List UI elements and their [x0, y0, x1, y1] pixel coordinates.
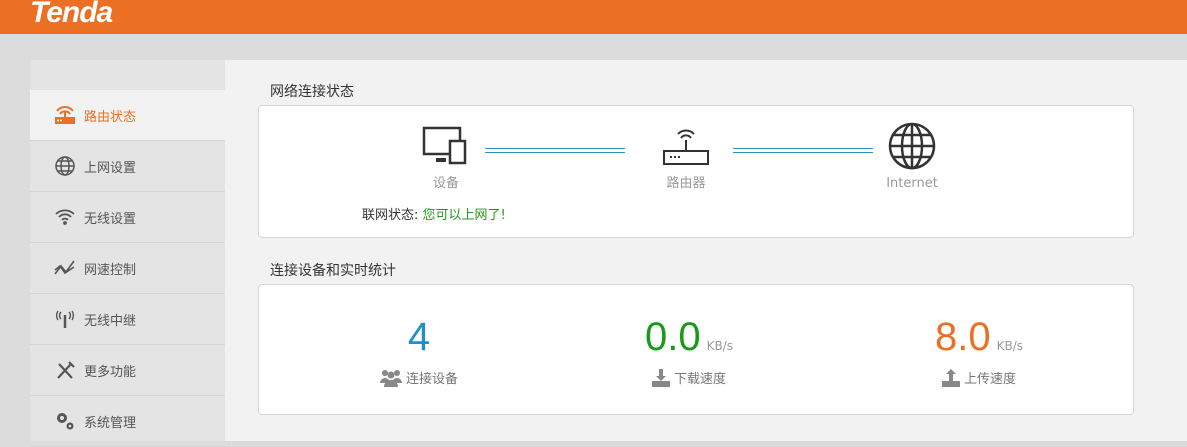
router-node[interactable]: 路由器 [626, 124, 746, 191]
devices-icon [422, 126, 467, 165]
sidebar-item-speed-control[interactable]: 网速控制 [30, 243, 225, 294]
device-node[interactable]: 设备 [386, 126, 506, 191]
sidebar-item-system-management[interactable]: 系统管理 [30, 396, 225, 447]
sidebar: 路由状态 上网设置 无线设置 网速控制 无线中继 更多功能 系统管理 [30, 60, 225, 447]
stats-box: 4 连接设备 0.0 KB/s 下载速度 8.0 KB/s 上传速度 [258, 284, 1134, 415]
speed-chart-icon [54, 260, 75, 275]
router-icon [55, 106, 75, 124]
upload-speed-stat: 8.0 KB/s 上传速度 [934, 315, 1023, 387]
sidebar-item-wireless-repeater[interactable]: 无线中继 [30, 294, 225, 345]
download-speed-stat: 0.0 KB/s 下载速度 [644, 315, 733, 387]
main-panel: 网络连接状态 设备 路由器 Internet 联网状态: 您可以上网了! 连接设… [225, 60, 1187, 441]
router-icon [663, 129, 709, 165]
sidebar-item-router-status[interactable]: 路由状态 [30, 90, 225, 141]
sidebar-item-wireless-settings[interactable]: 无线设置 [30, 192, 225, 243]
internet-node[interactable]: Internet [852, 122, 972, 191]
antenna-icon [55, 310, 75, 328]
network-status-title: 网络连接状态 [270, 84, 354, 100]
download-icon [651, 368, 670, 387]
users-icon [379, 369, 402, 387]
globe-icon [55, 156, 75, 176]
wifi-icon [55, 209, 75, 225]
sidebar-item-internet-settings[interactable]: 上网设置 [30, 141, 225, 192]
sidebar-item-more-features[interactable]: 更多功能 [30, 345, 225, 396]
connected-devices-stat[interactable]: 4 连接设备 [319, 315, 519, 387]
stats-title: 连接设备和实时统计 [270, 263, 396, 279]
connection-line [485, 148, 625, 153]
internet-status: 联网状态: 您可以上网了! [362, 208, 506, 223]
globe-icon [888, 122, 936, 170]
tools-icon [57, 361, 75, 379]
tenda-logo[interactable]: Tenda [30, 0, 113, 30]
upload-icon [941, 368, 960, 387]
gears-icon [57, 413, 74, 430]
network-status-box: 设备 路由器 Internet 联网状态: 您可以上网了! [258, 105, 1134, 238]
header: Tenda [0, 0, 1187, 34]
